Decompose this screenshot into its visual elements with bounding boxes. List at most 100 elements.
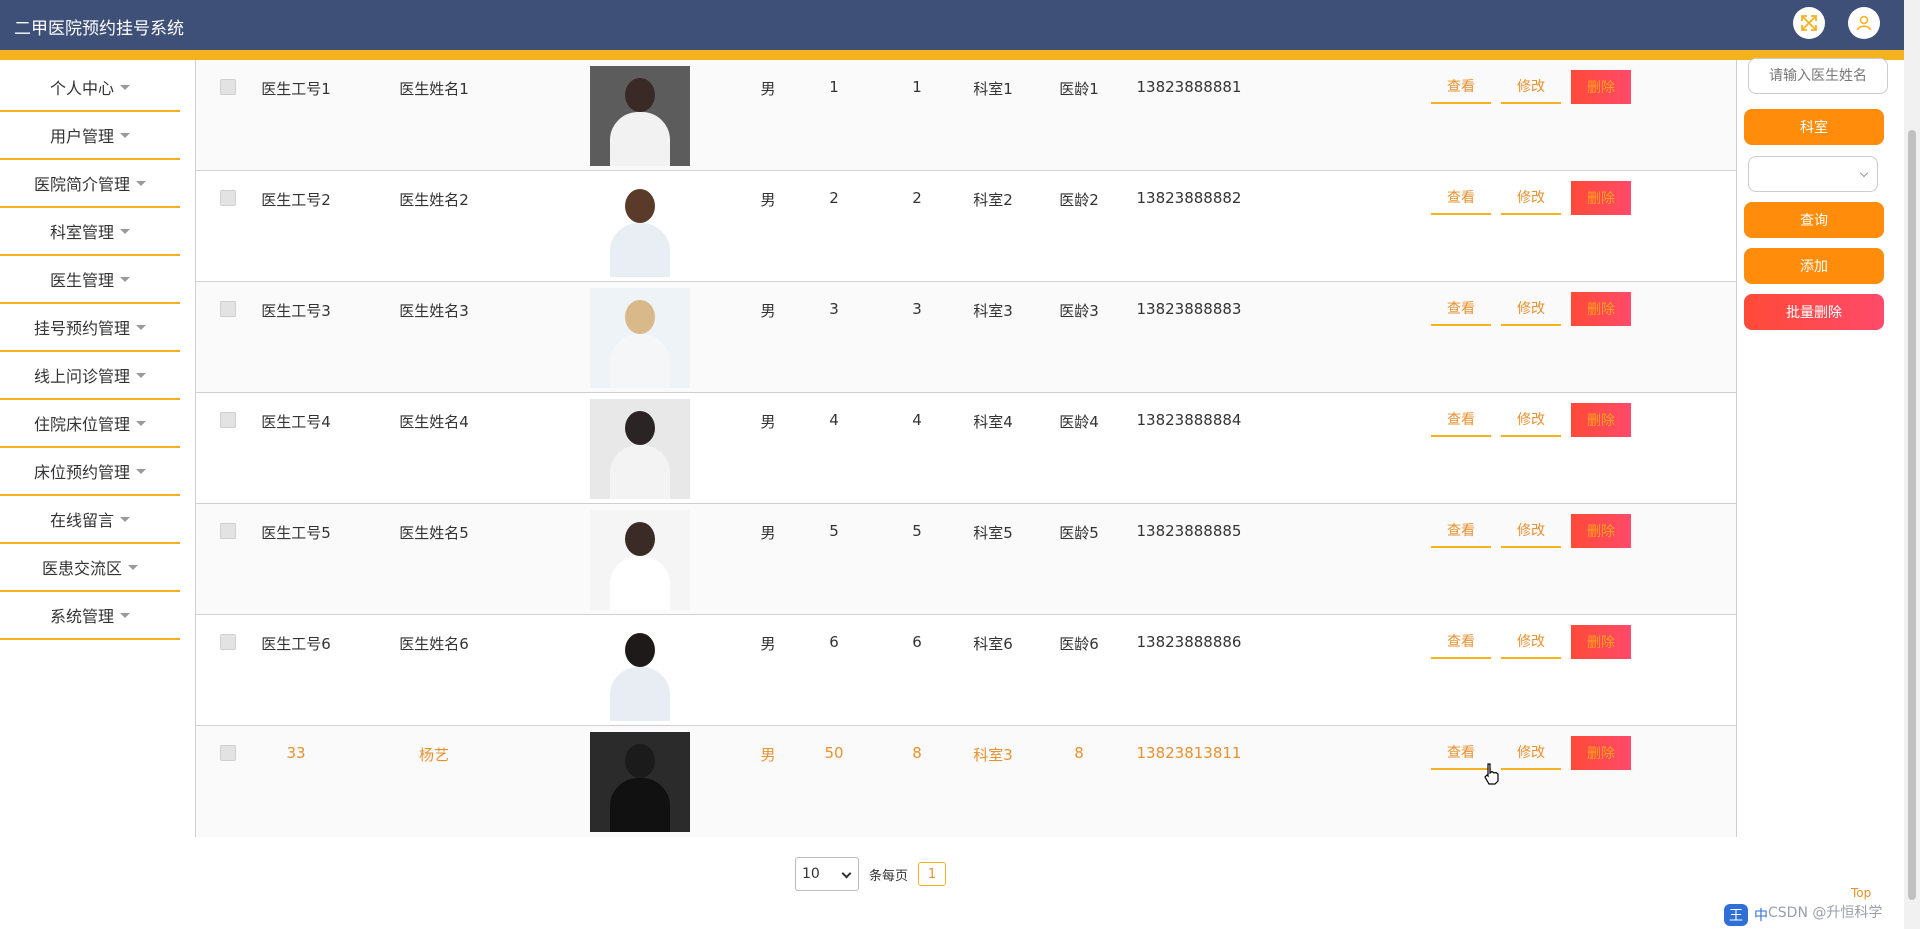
ime-logo-icon[interactable]: 王 <box>1724 904 1748 926</box>
sidebar-item-appointment[interactable]: 挂号预约管理 <box>0 304 180 352</box>
sidebar-item-online-consult[interactable]: 线上问诊管理 <box>0 352 180 400</box>
doctor-name-search-input[interactable]: 请输入医生姓名 <box>1748 58 1888 94</box>
gender-cell: 男 <box>760 746 776 764</box>
chevron-down-icon <box>841 868 852 879</box>
edit-button[interactable]: 修改 <box>1501 625 1561 659</box>
sidebar-item-hospital-intro[interactable]: 医院简介管理 <box>0 160 180 208</box>
doctor-id-cell: 医生工号4 <box>261 413 331 431</box>
department-cell: 科室3 <box>973 746 1013 764</box>
page-scrollbar[interactable] <box>1904 0 1920 929</box>
row-checkbox[interactable] <box>220 79 236 95</box>
doctor-photo <box>590 510 690 610</box>
number-cell: 4 <box>912 411 922 429</box>
delete-button[interactable]: 删除 <box>1571 514 1631 548</box>
row-checkbox[interactable] <box>220 412 236 428</box>
sidebar-item-forum[interactable]: 医患交流区 <box>0 544 180 592</box>
sidebar-item-label: 床位预约管理 <box>33 463 130 482</box>
view-button[interactable]: 查看 <box>1431 181 1491 215</box>
fullscreen-button[interactable] <box>1793 7 1825 39</box>
sidebar-item-personal-center[interactable]: 个人中心 <box>0 64 180 112</box>
sidebar-item-system[interactable]: 系统管理 <box>0 592 180 640</box>
department-cell: 科室3 <box>973 302 1013 320</box>
delete-button[interactable]: 删除 <box>1571 70 1631 104</box>
table-row: 医生工号5 医生姓名5 男 5 5 科室5 医龄5 13823888885 查看 修改 删除 <box>196 504 1736 615</box>
page-size-select[interactable]: 10 <box>795 857 859 891</box>
row-checkbox[interactable] <box>220 745 236 761</box>
caret-down-icon <box>136 372 146 378</box>
number-cell: 6 <box>829 633 839 651</box>
department-select[interactable] <box>1748 156 1878 192</box>
edit-button[interactable]: 修改 <box>1501 292 1561 326</box>
view-button[interactable]: 查看 <box>1431 736 1491 770</box>
sidebar-item-bed[interactable]: 住院床位管理 <box>0 400 180 448</box>
experience-cell: 医龄4 <box>1059 413 1099 431</box>
ime-language-indicator[interactable]: 中 <box>1754 905 1768 925</box>
table-row: 33 杨艺 男 50 8 科室3 8 13823813811 查看 修改 删除 <box>196 726 1736 837</box>
fullscreen-icon <box>1801 15 1817 31</box>
gender-cell: 男 <box>760 302 776 320</box>
page-number-button[interactable]: 1 <box>918 862 947 886</box>
sidebar-item-label: 个人中心 <box>49 79 114 98</box>
watermark: CSDN @升恒科学 <box>1768 905 1883 921</box>
header-accent-bar <box>0 50 1904 60</box>
edit-button[interactable]: 修改 <box>1501 403 1561 437</box>
add-button[interactable]: 添加 <box>1744 248 1884 284</box>
doctor-id-cell: 医生工号6 <box>261 635 331 653</box>
doctor-photo <box>590 66 690 166</box>
sidebar-item-label: 医生管理 <box>49 271 114 290</box>
sidebar-item-doctor[interactable]: 医生管理 <box>0 256 180 304</box>
photo-body <box>610 334 670 388</box>
delete-button[interactable]: 删除 <box>1571 736 1631 770</box>
doctor-photo <box>590 177 690 277</box>
row-actions: 查看 修改 删除 <box>1431 292 1631 326</box>
view-button[interactable]: 查看 <box>1431 403 1491 437</box>
delete-button[interactable]: 删除 <box>1571 625 1631 659</box>
view-button[interactable]: 查看 <box>1431 70 1491 104</box>
delete-button[interactable]: 删除 <box>1571 292 1631 326</box>
caret-down-icon <box>120 228 130 234</box>
row-actions: 查看 修改 删除 <box>1431 181 1631 215</box>
row-checkbox[interactable] <box>220 190 236 206</box>
query-button[interactable]: 查询 <box>1744 202 1884 238</box>
edit-button[interactable]: 修改 <box>1501 736 1561 770</box>
number-cell: 5 <box>829 522 839 540</box>
doctor-id-cell: 医生工号2 <box>261 191 331 209</box>
user-button[interactable] <box>1848 7 1880 39</box>
sidebar-item-label: 住院床位管理 <box>33 415 130 434</box>
row-checkbox[interactable] <box>220 634 236 650</box>
number-cell: 4 <box>829 411 839 429</box>
sidebar-item-message[interactable]: 在线留言 <box>0 496 180 544</box>
edit-button[interactable]: 修改 <box>1501 70 1561 104</box>
sidebar-item-label: 线上问诊管理 <box>33 367 130 386</box>
photo-head <box>625 78 655 112</box>
doctor-name-cell: 医生姓名5 <box>399 524 469 542</box>
batch-delete-button[interactable]: 批量删除 <box>1744 294 1884 330</box>
doctor-table: 医生工号1 医生姓名1 男 1 1 科室1 医龄1 13823888881 查看 修改 删除 医生工号… <box>195 60 1737 837</box>
number-cell: 1 <box>912 78 922 96</box>
doctor-photo <box>590 399 690 499</box>
delete-button[interactable]: 删除 <box>1571 403 1631 437</box>
view-button[interactable]: 查看 <box>1431 514 1491 548</box>
user-icon <box>1856 15 1872 31</box>
back-to-top-link[interactable]: Top <box>1851 886 1871 900</box>
row-checkbox[interactable] <box>220 301 236 317</box>
sidebar-item-label: 医院简介管理 <box>33 175 130 194</box>
department-button[interactable]: 科室 <box>1744 109 1884 145</box>
phone-cell: 13823888885 <box>1136 522 1242 540</box>
department-cell: 科室5 <box>973 524 1013 542</box>
sidebar-item-user-management[interactable]: 用户管理 <box>0 112 180 160</box>
view-button[interactable]: 查看 <box>1431 625 1491 659</box>
delete-button[interactable]: 删除 <box>1571 181 1631 215</box>
row-checkbox[interactable] <box>220 523 236 539</box>
edit-button[interactable]: 修改 <box>1501 514 1561 548</box>
view-button[interactable]: 查看 <box>1431 292 1491 326</box>
table-row: 医生工号2 医生姓名2 男 2 2 科室2 医龄2 13823888882 查看 修改 删除 <box>196 171 1736 282</box>
gender-cell: 男 <box>760 635 776 653</box>
edit-button[interactable]: 修改 <box>1501 181 1561 215</box>
sidebar-item-department[interactable]: 科室管理 <box>0 208 180 256</box>
department-cell: 科室6 <box>973 635 1013 653</box>
scrollbar-thumb[interactable] <box>1908 130 1916 900</box>
department-cell: 科室2 <box>973 191 1013 209</box>
doctor-name-cell: 医生姓名3 <box>399 302 469 320</box>
sidebar-item-bed-booking[interactable]: 床位预约管理 <box>0 448 180 496</box>
